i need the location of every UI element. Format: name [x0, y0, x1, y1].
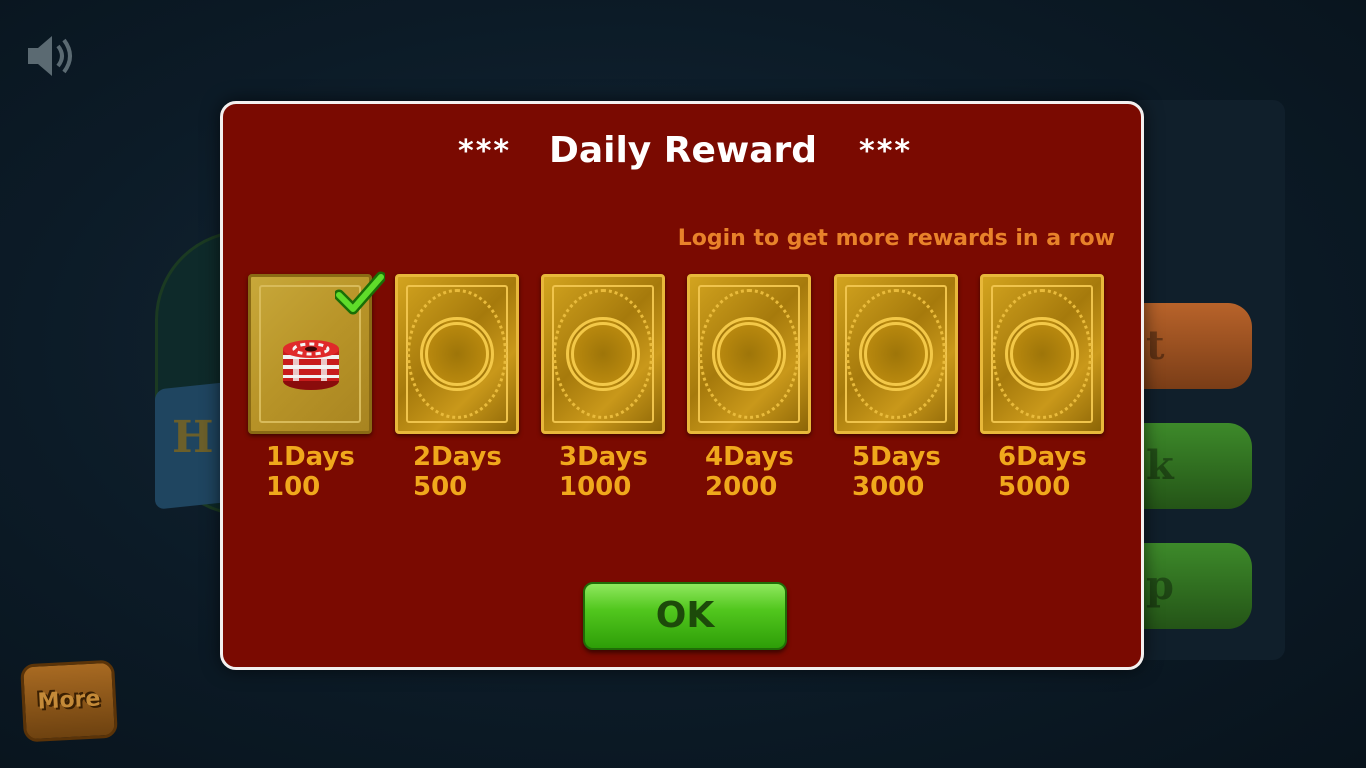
reward-day-label: 2Days [413, 442, 502, 472]
card-medallion [420, 317, 494, 391]
background-logo-letter: H [172, 412, 214, 463]
more-button[interactable]: More [20, 659, 118, 743]
card-medallion [1005, 317, 1079, 391]
reward-amount-label: 1000 [559, 472, 632, 502]
reward-amount-label: 500 [413, 472, 468, 502]
reward-day-3: 3Days 1000 [541, 274, 665, 502]
reward-day-6: 6Days 5000 [980, 274, 1104, 502]
reward-day-label: 1Days [266, 442, 355, 472]
dialog-title-row: *** Daily Reward *** [223, 130, 1141, 180]
reward-card-2[interactable] [395, 274, 519, 434]
card-medallion [566, 317, 640, 391]
reward-day-5: 5Days 3000 [834, 274, 958, 502]
reward-amount-label: 100 [266, 472, 321, 502]
speaker-icon[interactable] [24, 28, 80, 84]
dialog-title: Daily Reward [548, 130, 818, 171]
card-medallion [859, 317, 933, 391]
reward-amount-label: 3000 [852, 472, 925, 502]
poker-chips-icon [283, 340, 339, 390]
reward-day-label: 4Days [705, 442, 794, 472]
reward-card-1[interactable] [248, 271, 385, 434]
reward-day-label: 3Days [559, 442, 648, 472]
reward-card-3[interactable] [541, 274, 665, 434]
daily-reward-dialog: *** Daily Reward *** Login to get more r… [220, 101, 1144, 670]
reward-amount-label: 2000 [705, 472, 778, 502]
reward-day-label: 5Days [852, 442, 941, 472]
ok-button[interactable]: OK [583, 582, 787, 650]
reward-day-2: 2Days 500 [395, 274, 519, 502]
reward-day-4: 4Days 2000 [687, 274, 811, 502]
reward-card-6[interactable] [980, 274, 1104, 434]
dialog-subtitle: Login to get more rewards in a row [677, 226, 1115, 251]
reward-card-4[interactable] [687, 274, 811, 434]
check-icon [335, 271, 385, 315]
reward-amount-label: 5000 [998, 472, 1071, 502]
title-stars-right: *** [859, 134, 913, 169]
card-medallion [712, 317, 786, 391]
reward-day-label: 6Days [998, 442, 1087, 472]
reward-card-5[interactable] [834, 274, 958, 434]
reward-day-1: 1Days 100 [248, 271, 385, 502]
reward-cards: 1Days 100 2Days 500 3Days 1000 4Days 200… [248, 271, 1128, 524]
